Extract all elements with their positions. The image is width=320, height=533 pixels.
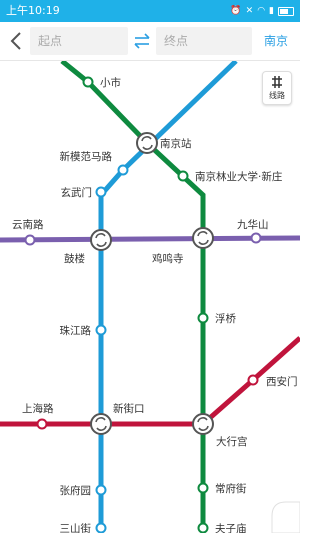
station-yunnanlu[interactable] (24, 234, 36, 246)
swap-button[interactable] (131, 31, 153, 51)
label-xiaoshi: 小市 (100, 76, 121, 89)
end-field[interactable] (156, 27, 252, 55)
label-jiuhuashan: 九华山 (237, 218, 269, 231)
battery-icon (278, 6, 294, 16)
end-input[interactable] (156, 27, 252, 55)
station-jiuhuashan[interactable] (250, 232, 262, 244)
label-daxinggong: 大行宫 (216, 435, 248, 448)
search-bar: 南京 (0, 22, 300, 61)
route-lines-icon (272, 76, 282, 88)
mute-icon: ✕ (245, 6, 254, 16)
metro-map[interactable]: 小市 南京站 新模范马路 南京林业大学·新庄 玄武门 云南路 鼓楼 鸡鸣寺 九华… (0, 61, 300, 533)
interchange-nanjing-station[interactable] (136, 132, 158, 154)
label-gulou: 鼓楼 (64, 252, 85, 265)
label-xinmofanmalu: 新模范马路 (60, 150, 113, 163)
map-corner-marker (271, 501, 300, 533)
station-fuqiao[interactable] (197, 312, 209, 324)
label-fuqiao: 浮桥 (215, 313, 236, 325)
label-yunnanlu: 云南路 (12, 218, 44, 231)
station-sanshanjie[interactable] (95, 522, 107, 533)
label-xinjiekou: 新街口 (113, 402, 145, 415)
station-zhangfuyuan[interactable] (95, 484, 107, 496)
alarm-icon: ⏰ (230, 6, 242, 16)
label-fuzimiao: 夫子庙 (215, 522, 247, 533)
label-zhangfuyuan: 张府园 (60, 484, 92, 497)
chevron-left-icon (10, 32, 21, 50)
station-fuzimiao[interactable] (197, 522, 209, 533)
swap-icon (134, 33, 150, 49)
status-time: 上午10:19 (6, 4, 60, 17)
label-sanshanjie: 三山街 (60, 522, 92, 533)
label-jiminsi: 鸡鸣寺 (152, 252, 184, 265)
line-3 (60, 61, 206, 533)
interchange-daxinggong[interactable] (192, 413, 214, 435)
station-zhujianglu[interactable] (95, 324, 107, 336)
station-xuanwumen[interactable] (95, 186, 107, 198)
line-1 (98, 61, 238, 533)
start-input[interactable] (30, 27, 128, 55)
interchange-gulou[interactable] (90, 229, 112, 251)
station-xianmen[interactable] (247, 374, 259, 386)
label-shanghailu: 上海路 (22, 402, 54, 415)
label-nanjing-station: 南京站 (160, 137, 192, 150)
label-changfujie: 常府街 (215, 482, 247, 495)
label-nanjing-forestry: 南京林业大学·新庄 (195, 170, 282, 183)
station-changfujie[interactable] (197, 482, 209, 494)
back-button[interactable] (4, 28, 30, 54)
lines-button-label: 线路 (269, 91, 285, 100)
station-xiaoshi[interactable] (82, 76, 94, 88)
status-icons: ⏰ ✕ ◠ ▮ (230, 4, 294, 18)
city-selector[interactable]: 南京 (264, 34, 288, 48)
start-field[interactable] (30, 27, 128, 55)
station-shanghailu[interactable] (36, 418, 48, 430)
station-nanjing-forestry[interactable] (177, 170, 189, 182)
lines-button[interactable]: 线路 (262, 71, 292, 105)
station-xinmofanmalu[interactable] (117, 164, 129, 176)
interchange-jiminsi[interactable] (192, 227, 214, 249)
interchange-xinjiekou[interactable] (90, 413, 112, 435)
signal-icon: ▮ (269, 6, 274, 16)
label-xianmen: 西安门 (266, 375, 298, 388)
label-xuanwumen: 玄武门 (61, 186, 93, 199)
status-bar: 上午10:19 ⏰ ✕ ◠ ▮ (0, 0, 300, 22)
label-zhujianglu: 珠江路 (60, 324, 92, 337)
wifi-icon: ◠ (257, 6, 266, 16)
